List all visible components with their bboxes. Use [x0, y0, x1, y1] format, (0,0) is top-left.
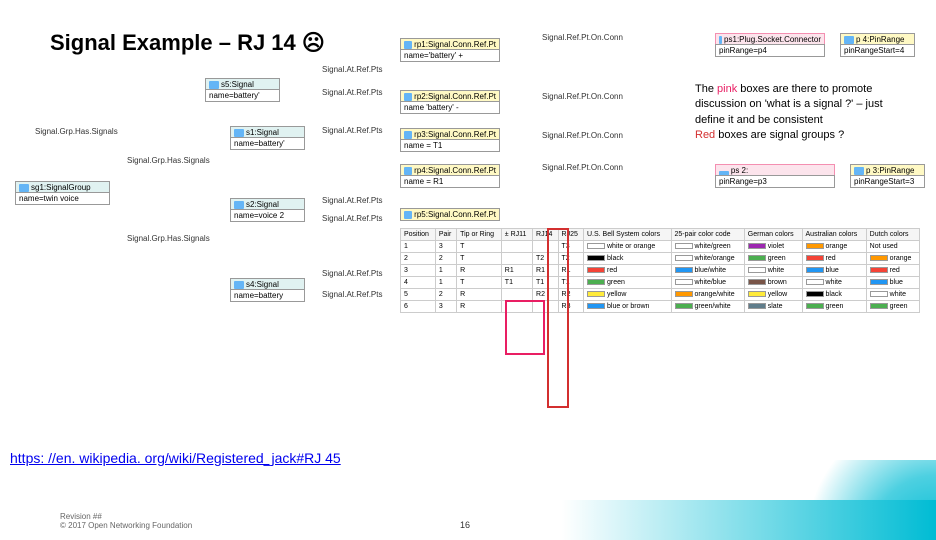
pinout-table: PositionPairTip or Ring± RJ11RJ14RJ25U.S… — [400, 228, 920, 313]
table-row: 13TT3white or orangewhite/greenvioletora… — [401, 241, 920, 253]
red-word: Red — [695, 129, 715, 141]
wiki-link[interactable]: https: //en. wikipedia. org/wiki/Registe… — [10, 450, 341, 466]
box-sg1n: name=twin voice — [15, 192, 110, 205]
lbl-sarp5: Signal.At.Ref.Pts — [322, 214, 382, 223]
table-row: 31RR1R1R1redblue/whitewhitebluered — [401, 265, 920, 277]
footer-left: Revision ##© 2017 Open Networking Founda… — [60, 512, 192, 530]
lbl-sarp6: Signal.At.Ref.Pts — [322, 269, 382, 278]
note-text: The pink boxes are there to promote disc… — [695, 82, 895, 144]
box-rp1n: name='battery' + — [400, 49, 500, 62]
table-row: 52RR2R2yelloworange/whiteyellowblackwhit… — [401, 289, 920, 301]
table-header: RJ25 — [558, 229, 583, 241]
lbl-sghs2: Signal.Grp.Has.Signals — [127, 156, 210, 165]
table-header: U.S. Bell System colors — [584, 229, 672, 241]
box-rp4n: name = R1 — [400, 175, 500, 188]
box-s4n: name=battery — [230, 289, 305, 302]
page-title: Signal Example – RJ 14 ☹ — [50, 30, 325, 56]
table-row: 41TT1T1T1greenwhite/bluebrownwhiteblue — [401, 277, 920, 289]
lbl-sarp2: Signal.At.Ref.Pts — [322, 88, 382, 97]
table-row: 22TT2T2blackwhite/orangegreenredorange — [401, 253, 920, 265]
box-s5n: name=battery' — [205, 89, 280, 102]
table-header: Australian colors — [802, 229, 866, 241]
box-rp5: rp5:Signal.Conn.Ref.Pt — [400, 208, 500, 221]
table-header: Tip or Ring — [457, 229, 502, 241]
box-p3n: pinRangeStart=3 — [850, 175, 925, 188]
table-header: Position — [401, 229, 436, 241]
table-header: RJ14 — [533, 229, 558, 241]
box-ps2n: pinRange=p3 — [715, 175, 835, 188]
box-s1n: name=battery' — [230, 137, 305, 150]
page-number: 16 — [460, 520, 470, 530]
lbl-srpoc1: Signal.Ref.Pt.On.Conn — [542, 33, 623, 42]
lbl-srpoc4: Signal.Ref.Pt.On.Conn — [542, 163, 623, 172]
lbl-sghs1: Signal.Grp.Has.Signals — [35, 127, 118, 136]
lbl-srpoc3: Signal.Ref.Pt.On.Conn — [542, 131, 623, 140]
box-rp2n: name 'battery' - — [400, 101, 500, 114]
pink-word: pink — [717, 83, 737, 95]
table-header: 25-pair color code — [671, 229, 744, 241]
box-ps1n: pinRange=p4 — [715, 44, 825, 57]
table-header: ± RJ11 — [501, 229, 532, 241]
table-header: German colors — [744, 229, 802, 241]
lbl-sarp7: Signal.At.Ref.Pts — [322, 290, 382, 299]
footer: Revision ##© 2017 Open Networking Founda… — [0, 500, 936, 540]
lbl-sarp4: Signal.At.Ref.Pts — [322, 196, 382, 205]
table-row: 63RR3blue or browngreen/whiteslategreeng… — [401, 301, 920, 313]
lbl-sarp3: Signal.At.Ref.Pts — [322, 126, 382, 135]
table-header: Pair — [435, 229, 456, 241]
box-p4n: pinRangeStart=4 — [840, 44, 915, 57]
slide: Signal Example – RJ 14 ☹ The pink boxes … — [0, 0, 936, 540]
lbl-srpoc2: Signal.Ref.Pt.On.Conn — [542, 92, 623, 101]
box-rp3n: name = T1 — [400, 139, 500, 152]
table-header: Dutch colors — [866, 229, 919, 241]
lbl-sarp1: Signal.At.Ref.Pts — [322, 65, 382, 74]
lbl-sghs3: Signal.Grp.Has.Signals — [127, 234, 210, 243]
box-s2n: name=voice 2 — [230, 209, 305, 222]
